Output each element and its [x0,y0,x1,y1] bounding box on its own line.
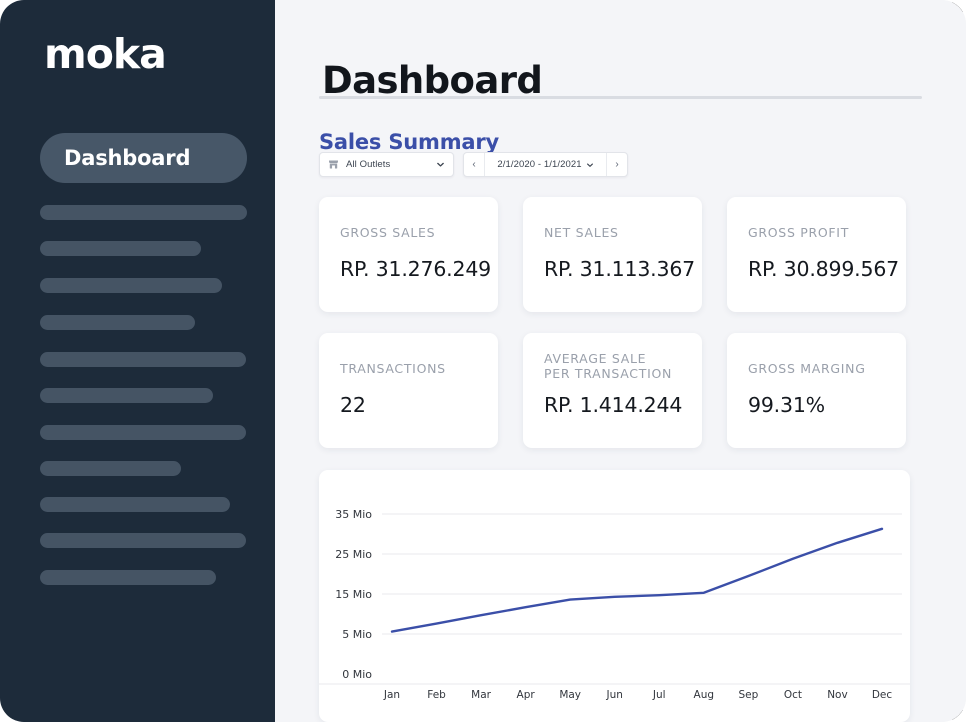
stat-card-value: RP. 31.113.367 [544,257,696,281]
chart-y-tick-label: 25 Mio [335,548,372,561]
sidebar-placeholder-item-6[interactable] [40,388,213,403]
chevron-down-icon [586,162,593,167]
chart-x-tick-label: Sep [738,689,758,701]
stat-card-value: RP. 31.276.249 [340,257,492,281]
sidebar-placeholder-item-10[interactable] [40,533,246,548]
sidebar-item-dashboard[interactable]: Dashboard [40,133,247,183]
stat-card-label: GROSS PROFIT [748,225,850,240]
chart-x-tick-label: Jul [652,689,666,701]
shop-icon [329,160,338,169]
sidebar-placeholder-item-8[interactable] [40,461,181,476]
sales-line-chart[interactable]: 0 Mio 5 Mio 15 Mio 25 Mio 35 Mio Jan Feb Mar Ap… [319,470,910,722]
stat-card[interactable]: TRANSACTIONS 22 [319,333,498,448]
chart-x-tick-label: Nov [827,689,848,701]
sidebar-placeholder-item-7[interactable] [40,425,246,440]
chart-y-tick-label: 15 Mio [335,588,372,601]
stat-card-value: 22 [340,393,366,417]
stat-card[interactable]: NET SALES RP. 31.113.367 [523,197,702,312]
sidebar-placeholder-item-11[interactable] [40,570,216,585]
app-window: moka Dashboard Dashboard Sales Summary A… [0,0,966,722]
section-title: Sales Summary [319,130,500,155]
sidebar-placeholder-item-4[interactable] [40,315,195,330]
stat-card[interactable]: AVERAGE SALE PER TRANSACTION RP. 1.414.24… [523,333,702,448]
chart-series-line [390,527,884,633]
chart-gridlines [319,513,910,685]
outlet-select-value: All Outlets [346,159,391,170]
chart-y-tick-label: 0 Mio [342,668,372,681]
date-prev-button[interactable]: ‹ [464,153,485,176]
filter-bar: All Outlets ‹ 2/1/2020 - 1/1/2021 › [319,152,628,177]
stat-card[interactable]: GROSS MARGING 99.31% [727,333,906,448]
stat-card-label: GROSS MARGING [748,361,866,376]
chart-y-tick-label: 5 Mio [342,628,372,641]
header-divider [319,96,922,99]
stat-card-label: GROSS SALES [340,225,436,240]
chart-x-tick-label: Jun [606,689,623,701]
sidebar-placeholder-item-2[interactable] [40,241,201,256]
chart-x-tick-label: Aug [694,689,715,701]
stat-card-label: TRANSACTIONS [340,361,446,376]
chart-x-tick-label: Mar [471,689,491,701]
stat-card[interactable]: GROSS PROFIT RP. 30.899.567 [727,197,906,312]
stat-card-value: 99.31% [748,393,825,417]
chart-x-tick-label: Dec [872,689,893,701]
stat-card[interactable]: GROSS SALES RP. 31.276.249 [319,197,498,312]
chart-x-tick-label: Apr [517,689,536,701]
sidebar-item-label: Dashboard [64,146,191,170]
sidebar-placeholder-item-5[interactable] [40,352,246,367]
chart-x-tick-label: Jan [383,689,400,701]
chart-y-axis-labels: 0 Mio 5 Mio 15 Mio 25 Mio 35 Mio [335,508,372,681]
main-content: Dashboard Sales Summary All Outlets ‹ 2/… [275,0,966,722]
date-range-picker: ‹ 2/1/2020 - 1/1/2021 › [463,152,628,177]
stat-card-value: RP. 30.899.567 [748,257,900,281]
date-range-value-button[interactable]: 2/1/2020 - 1/1/2021 [485,153,606,176]
sidebar-placeholder-item-3[interactable] [40,278,222,293]
sidebar: moka Dashboard [0,0,275,722]
date-range-value: 2/1/2020 - 1/1/2021 [497,159,582,170]
chart-x-tick-label: Oct [784,689,802,701]
chart-x-axis-labels: Jan Feb Mar Apr May Jun Jul Aug Sep Oct Nov Dec [383,689,892,701]
chart-x-tick-label: Feb [427,689,446,701]
sidebar-placeholder-item-1[interactable] [40,205,247,220]
chart-x-tick-label: May [559,689,581,701]
chevron-down-icon [437,162,444,167]
outlet-select[interactable]: All Outlets [319,152,454,177]
stat-card-value: RP. 1.414.244 [544,393,683,417]
chart-y-tick-label: 35 Mio [335,508,372,521]
date-next-button[interactable]: › [606,153,627,176]
sidebar-placeholder-item-9[interactable] [40,497,230,512]
moka-logo[interactable]: moka [44,34,167,75]
stat-card-label: AVERAGE SALE PER TRANSACTION [544,351,673,381]
sales-chart-card: 0 Mio 5 Mio 15 Mio 25 Mio 35 Mio Jan Feb Mar Ap… [319,470,910,722]
stat-card-label: NET SALES [544,225,619,240]
